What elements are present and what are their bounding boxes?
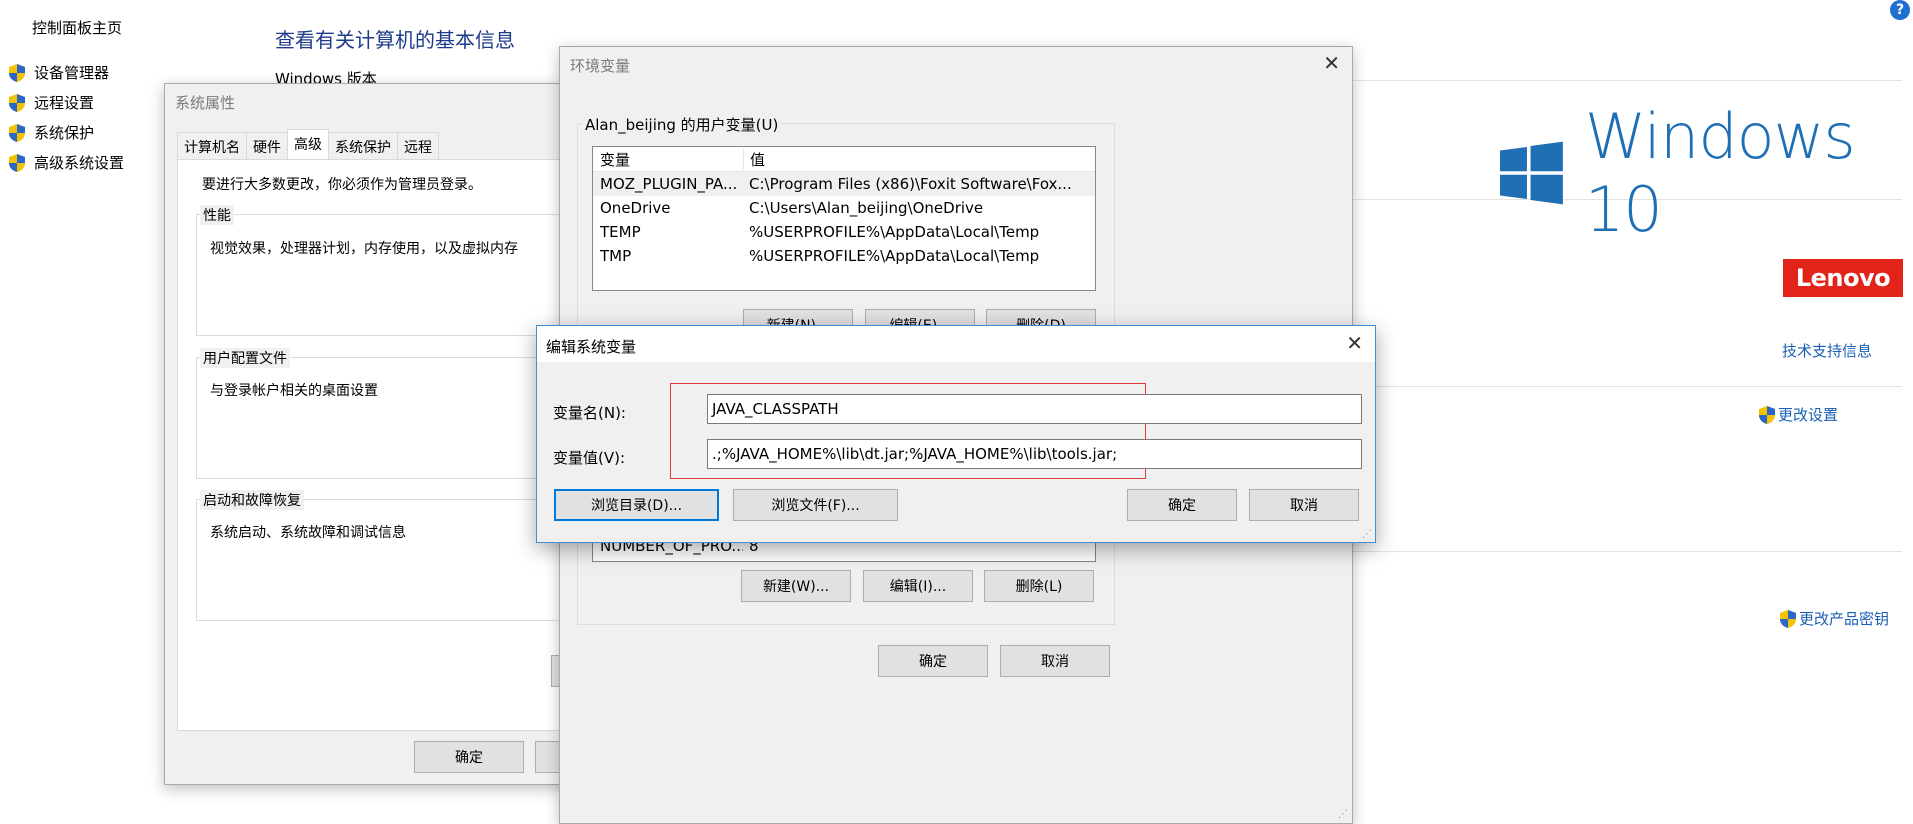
system-new-button[interactable]: 新建(W)... [741, 570, 851, 602]
divider [1352, 551, 1902, 552]
system-variables-list[interactable]: NUMBER_OF_PRO... 8 [592, 537, 1096, 562]
env-ok-button[interactable]: 确定 [878, 645, 988, 677]
windows-brand-text: Windows 10 [1584, 100, 1856, 246]
change-product-key-label: 更改产品密钥 [1799, 610, 1890, 628]
list-item[interactable]: OneDrive C:\Users\Alan_beijing\OneDrive [593, 196, 1095, 220]
variable-value-label: 变量值(V): [553, 449, 626, 467]
performance-description: 视觉效果，处理器计划，内存使用，以及虚拟内存 [210, 241, 518, 257]
user-variables-list[interactable]: 变量 值 MOZ_PLUGIN_PA... C:\Program Files (… [592, 146, 1096, 291]
list-item[interactable]: MOZ_PLUGIN_PA... C:\Program Files (x86)\… [593, 172, 1095, 196]
list-item[interactable]: TMP %USERPROFILE%\AppData\Local\Temp [593, 244, 1095, 268]
variable-name: MOZ_PLUGIN_PA... [600, 175, 738, 193]
divider [1352, 80, 1902, 81]
change-product-key-link[interactable]: 更改产品密钥 [1779, 608, 1889, 629]
close-icon[interactable]: ✕ [1346, 331, 1363, 355]
sidebar-item-label: 设备管理器 [34, 64, 110, 82]
uac-shield-icon [1759, 405, 1775, 424]
user-profiles-group [196, 357, 578, 479]
edit-system-variable-dialog: 编辑系统变量 ✕ 变量名(N): JAVA_CLASSPATH 变量值(V): … [536, 325, 1376, 543]
window-title: 系统属性 [175, 94, 236, 112]
windows-10-logo: Windows 10 [1500, 100, 1913, 246]
control-panel-home-link[interactable]: 控制面板主页 [32, 17, 122, 38]
uac-shield-icon [9, 63, 25, 82]
uac-shield-icon [9, 153, 25, 172]
startup-recovery-group [196, 499, 578, 621]
uac-shield-icon [9, 123, 25, 142]
admin-note: 要进行大多数更改，你必须作为管理员登录。 [202, 177, 482, 193]
startup-recovery-description: 系统启动、系统故障和调试信息 [210, 525, 406, 541]
resize-grip-icon[interactable]: ⋰ [1362, 529, 1372, 540]
variable-value: C:\Program Files (x86)\Foxit Software\Fo… [749, 175, 1072, 193]
list-header: 变量 值 [593, 147, 1095, 172]
variable-value: %USERPROFILE%\AppData\Local\Temp [749, 223, 1040, 241]
close-icon[interactable]: ✕ [1323, 51, 1340, 75]
edit-ok-button[interactable]: 确定 [1127, 489, 1237, 521]
tech-support-link[interactable]: 技术支持信息 [1782, 340, 1872, 361]
list-item[interactable]: TEMP %USERPROFILE%\AppData\Local\Temp [593, 220, 1095, 244]
system-edit-button[interactable]: 编辑(I)... [863, 570, 973, 602]
variable-value-input[interactable]: .;%JAVA_HOME%\lib\dt.jar;%JAVA_HOME%\lib… [707, 439, 1362, 469]
window-title: 环境变量 [570, 57, 631, 75]
uac-shield-icon [9, 93, 25, 112]
variable-name-label: 变量名(N): [553, 404, 626, 422]
column-header-variable[interactable]: 变量 [593, 149, 743, 170]
dialog-title: 编辑系统变量 [546, 338, 637, 356]
dialog-title-bar [537, 326, 1375, 362]
startup-recovery-group-label: 启动和故障恢复 [200, 490, 304, 510]
sidebar-item-advanced-settings[interactable]: 高级系统设置 [8, 152, 124, 173]
env-cancel-button[interactable]: 取消 [1000, 645, 1110, 677]
user-profiles-group-label: 用户配置文件 [200, 348, 290, 368]
divider [1352, 386, 1902, 387]
column-header-value[interactable]: 值 [743, 148, 765, 170]
performance-group-label: 性能 [200, 205, 234, 225]
system-delete-button[interactable]: 删除(L) [984, 570, 1094, 602]
system-properties-ok-button[interactable]: 确定 [414, 741, 524, 773]
page-title: 查看有关计算机的基本信息 [275, 28, 515, 52]
variable-name: OneDrive [600, 199, 671, 217]
sidebar-item-remote-settings[interactable]: 远程设置 [8, 92, 94, 113]
variable-name-input[interactable]: JAVA_CLASSPATH [707, 394, 1362, 424]
browse-directory-button[interactable]: 浏览目录(D)... [554, 489, 719, 521]
tab-advanced[interactable]: 高级 [287, 129, 329, 161]
user-profiles-description: 与登录帐户相关的桌面设置 [210, 383, 378, 399]
variable-value: %USERPROFILE%\AppData\Local\Temp [749, 247, 1040, 265]
variable-name: TEMP [600, 223, 641, 241]
change-settings-label: 更改设置 [1778, 406, 1839, 424]
uac-shield-icon [1780, 609, 1796, 628]
sidebar-item-label: 系统保护 [34, 124, 95, 142]
lenovo-logo: Lenovo [1783, 259, 1903, 297]
help-icon[interactable]: ? [1890, 0, 1910, 20]
tab-panel-advanced: 要进行大多数更改，你必须作为管理员登录。 性能 视觉效果，处理器计划，内存使用，… [177, 159, 581, 731]
variable-value: C:\Users\Alan_beijing\OneDrive [749, 199, 984, 217]
browse-file-button[interactable]: 浏览文件(F)... [733, 489, 898, 521]
user-variables-label: Alan_beijing 的用户变量(U) [582, 114, 782, 135]
change-settings-link[interactable]: 更改设置 [1758, 404, 1838, 425]
system-properties-window: 系统属性 计算机名 硬件 高级 系统保护 远程 要进行大多数更改，你必须作为管理… [164, 83, 586, 785]
performance-group [196, 214, 578, 336]
sidebar-item-label: 远程设置 [34, 94, 95, 112]
windows-logo-icon [1500, 141, 1563, 205]
sidebar-item-label: 高级系统设置 [34, 154, 125, 172]
sidebar-item-device-manager[interactable]: 设备管理器 [8, 62, 109, 83]
resize-grip-icon[interactable]: ⋰ [1338, 809, 1348, 820]
variable-name: TMP [600, 247, 632, 265]
sidebar-item-system-protection[interactable]: 系统保护 [8, 122, 94, 143]
edit-cancel-button[interactable]: 取消 [1249, 489, 1359, 521]
